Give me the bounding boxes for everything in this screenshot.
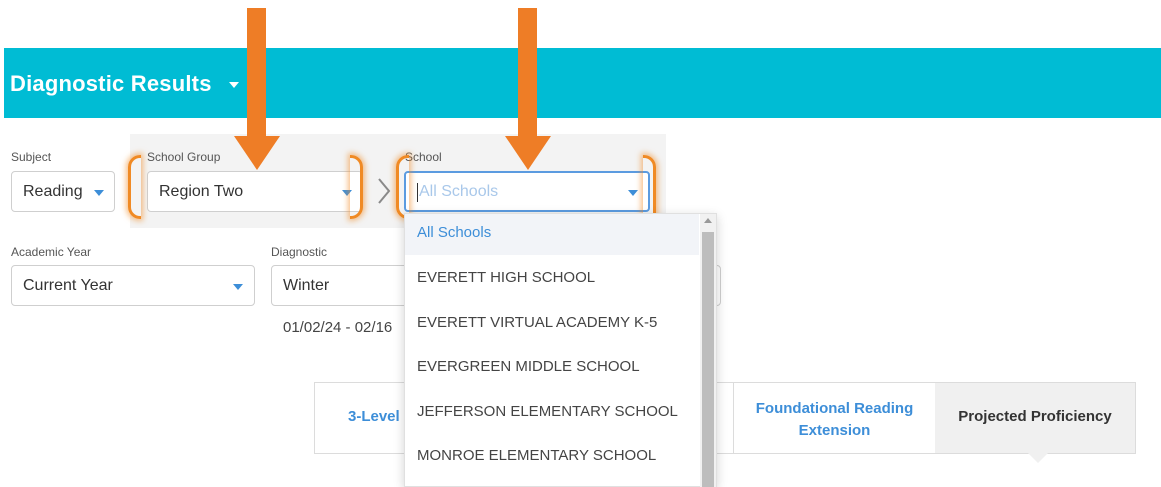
subject-label: Subject [11,150,52,164]
school-search-input[interactable]: All Schools [419,183,498,201]
dropdown-option[interactable]: All Schools [405,214,699,255]
chevron-down-icon [233,284,243,290]
school-group-label: School Group [147,150,221,164]
dropdown-option[interactable]: EVERETT HIGH SCHOOL [405,256,699,300]
diagnostic-date-range: 01/02/24 - 02/16 [283,319,393,336]
chevron-down-icon [94,190,104,196]
subject-value: Reading [23,183,83,200]
annotation-bracket-left [128,155,141,219]
tab-projected-proficiency-label: Projected Proficiency [958,408,1112,425]
school-group-select[interactable]: Region Two [147,171,363,212]
school-label: School [405,150,442,164]
chevron-right-icon [378,178,391,204]
academic-year-select[interactable]: Current Year [11,265,255,306]
page-title[interactable]: Diagnostic Results [10,71,212,97]
academic-year-label: Academic Year [11,245,92,259]
annotation-bracket-right [350,155,363,219]
dropdown-option[interactable]: EVERETT VIRTUAL ACADEMY K-5 [405,301,699,345]
text-cursor [417,183,418,202]
scroll-up-arrow-icon[interactable] [704,218,712,223]
arrow-down-icon [505,136,551,170]
annotation-bracket-left [396,155,409,219]
arrow-down-icon [234,136,280,170]
tab-3-level[interactable]: 3-Level [348,408,400,425]
diagnostic-value: Winter [283,277,330,294]
active-tab-pointer-icon [1028,453,1048,463]
annotation-arrow [247,8,266,140]
tab-label-line: Foundational Reading [755,400,914,417]
school-select[interactable]: All Schools [404,171,650,212]
subject-select[interactable]: Reading [11,171,115,212]
school-group-value: Region Two [159,183,244,200]
dropdown-scrollbar-thumb[interactable] [702,232,714,487]
dropdown-option[interactable]: JEFFERSON ELEMENTARY SCHOOL [405,390,699,434]
school-dropdown-list: All Schools EVERETT HIGH SCHOOL EVERETT … [404,213,717,487]
dropdown-option[interactable]: MONROE ELEMENTARY SCHOOL [405,434,699,478]
academic-year-value: Current Year [23,277,113,294]
dropdown-option[interactable]: EVERGREEN MIDDLE SCHOOL [405,345,699,389]
tab-label-line: Extension [798,422,871,439]
diagnostic-label: Diagnostic [271,245,328,259]
annotation-arrow [518,8,537,140]
tab-foundational-reading-extension[interactable]: Foundational Reading Extension [734,398,935,442]
chevron-down-icon [628,190,638,196]
title-dropdown-caret-icon[interactable] [229,82,239,88]
